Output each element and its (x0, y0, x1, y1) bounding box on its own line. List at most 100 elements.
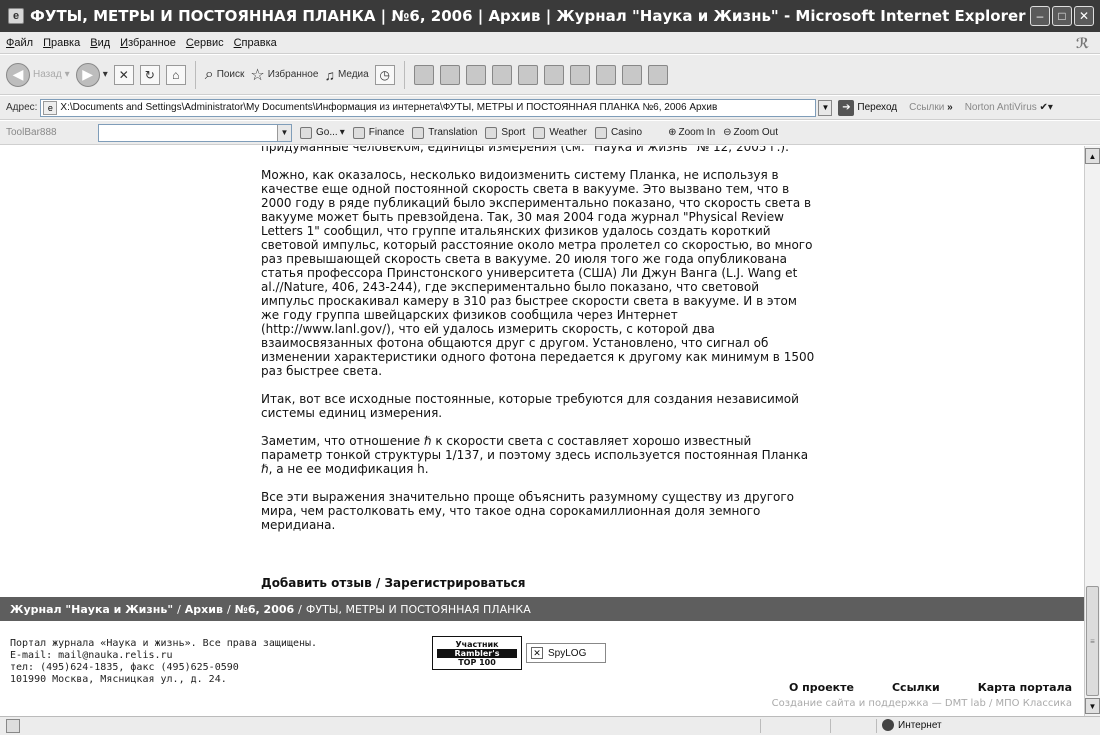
toolbar888: ToolBar888 ▼ Go... ▾ Finance Translation… (0, 121, 1100, 145)
mail-icon[interactable] (413, 64, 434, 85)
links-link[interactable]: Ссылки (892, 681, 940, 694)
chevron-right-icon: » (947, 102, 953, 113)
norton-icon: ✔▾ (1039, 102, 1053, 113)
translation-icon (412, 126, 425, 139)
maximize-button[interactable]: □ (1052, 6, 1072, 26)
sitemap-link[interactable]: Карта портала (978, 681, 1072, 694)
zoom-out-button[interactable]: ⊖ Zoom Out (723, 127, 778, 138)
register-link[interactable]: Зарегистрироваться (385, 576, 526, 590)
spylog-label: SpyLOG (548, 647, 587, 659)
media-button[interactable]: ♫ Медиа (324, 67, 368, 83)
back-arrow-icon: ◀ (6, 62, 30, 87)
feedback-links: Добавить отзыв / Зарегистрироваться (261, 576, 525, 590)
vertical-scrollbar[interactable]: ▲ ≡ ▼ (1084, 146, 1100, 716)
translation-button[interactable]: Translation (412, 126, 478, 139)
menu-file[interactable]: Файл (6, 37, 33, 49)
finance-button[interactable]: Finance (352, 126, 404, 139)
print-icon[interactable] (439, 64, 460, 85)
address-value[interactable]: X:\Documents and Settings\Administrator\… (60, 102, 717, 113)
discuss-icon[interactable] (491, 64, 512, 85)
weather-label: Weather (549, 127, 587, 138)
globe-icon (882, 719, 894, 731)
scroll-down-icon[interactable]: ▼ (1085, 698, 1100, 714)
favorites-label: Избранное (267, 69, 319, 80)
article-paragraph: Все эти выражения значительно проще объя… (261, 490, 794, 532)
counters: Участник Rambler's TOP 100 ✕ SpyLOG (432, 636, 606, 670)
breadcrumb-separator: / (226, 602, 231, 616)
breadcrumb-current: ФУТЫ, МЕТРЫ И ПОСТОЯННАЯ ПЛАНКА (305, 602, 531, 616)
address-input[interactable]: e X:\Documents and Settings\Administrato… (40, 98, 817, 117)
scrollbar-thumb[interactable]: ≡ (1086, 586, 1099, 696)
sport-label: Sport (501, 127, 526, 138)
menu-help[interactable]: Справка (234, 37, 277, 49)
address-dropdown-button[interactable]: ▼ (818, 99, 833, 116)
scroll-up-icon[interactable]: ▲ (1085, 148, 1100, 164)
footer-nav: О проекте Ссылки Карта портала (789, 681, 1072, 694)
library-icon[interactable] (595, 64, 616, 85)
status-divider (876, 719, 877, 733)
broken-image-icon: ✕ (531, 647, 543, 659)
tool-icon[interactable] (621, 64, 642, 85)
article-body: придуманные человеком, единицы измерения… (261, 146, 841, 546)
research-icon[interactable] (543, 64, 564, 85)
windows-logo-icon: ℛ (1076, 35, 1090, 51)
sport-icon (485, 126, 498, 139)
close-button[interactable]: ✕ (1074, 6, 1094, 26)
back-dropdown-icon: ▾ (64, 69, 70, 80)
addon-icon[interactable] (569, 64, 590, 85)
sport-button[interactable]: Sport (485, 126, 526, 139)
star-icon: ☆ (250, 66, 265, 84)
address-label: Адрес: (6, 102, 38, 113)
menu-tools[interactable]: Сервис (186, 37, 224, 49)
standard-toolbar: ◀ Назад ▾ ▶ ▾ ✕ ↻ ⌂ ⌕ Поиск ☆ Избранное … (0, 55, 1100, 95)
translation-label: Translation (428, 127, 478, 138)
toolbar888-go-button[interactable]: Go... ▾ (300, 126, 345, 139)
forward-button[interactable]: ▶ ▾ (75, 62, 108, 87)
toolbar888-dropdown-icon[interactable]: ▼ (277, 124, 291, 141)
rambler-top100-badge[interactable]: Участник Rambler's TOP 100 (432, 636, 522, 670)
links-label: Ссылки (909, 102, 945, 113)
forward-arrow-icon: ▶ (75, 62, 100, 87)
footer-email[interactable]: E-mail: mail@nauka.relis.ru (10, 650, 317, 662)
messenger-icon[interactable] (517, 64, 538, 85)
menu-bar: Файл Правка Вид Избранное Сервис Справка… (0, 32, 1100, 54)
word-icon[interactable] (465, 64, 486, 85)
article-paragraph: придуманные человеком, единицы измерения… (261, 146, 789, 154)
toolbar888-search-input[interactable]: ▼ (98, 123, 292, 142)
add-feedback-link[interactable]: Добавить отзыв (261, 576, 372, 590)
go-button[interactable]: ➔ Переход (838, 99, 897, 116)
breadcrumb-journal-link[interactable]: Журнал "Наука и Жизнь" (10, 603, 173, 616)
toolbar888-label: ToolBar888 (6, 127, 57, 138)
favorites-button[interactable]: ☆ Избранное (250, 65, 318, 85)
menu-edit[interactable]: Правка (43, 37, 80, 49)
weather-button[interactable]: Weather (533, 126, 587, 139)
site-credits[interactable]: Создание сайта и поддержка — DMT lab / М… (772, 698, 1072, 709)
about-link[interactable]: О проекте (789, 681, 854, 694)
zoom-in-button[interactable]: ⊕ Zoom In (668, 127, 715, 138)
back-button[interactable]: ◀ Назад ▾ (6, 62, 70, 87)
article-paragraph: Заметим, что отношение ℏ к скорости свет… (261, 434, 809, 476)
article-paragraph: Можно, как оказалось, несколько видоизме… (261, 168, 815, 378)
breadcrumb-issue-link[interactable]: №6, 2006 (235, 603, 295, 616)
zone-label: Интернет (898, 719, 942, 731)
menu-view[interactable]: Вид (90, 37, 110, 49)
menu-favorites[interactable]: Избранное (120, 37, 176, 49)
history-button[interactable]: ◷ (374, 64, 395, 85)
stop-button[interactable]: ✕ (113, 64, 134, 85)
grid-icon[interactable] (647, 64, 668, 85)
norton-label: Norton AntiVirus (964, 102, 1037, 113)
casino-button[interactable]: Casino (594, 126, 642, 139)
toolbar888-go-label: Go... (316, 127, 338, 138)
minimize-button[interactable]: – (1030, 6, 1050, 26)
links-button[interactable]: Ссылки » (909, 102, 953, 113)
footer-contacts: Портал журнала «Наука и жизнь». Все прав… (10, 638, 317, 686)
home-button[interactable]: ⌂ (165, 64, 186, 85)
norton-button[interactable]: Norton AntiVirus ✔▾ (965, 102, 1053, 113)
breadcrumb-archive-link[interactable]: Архив (185, 603, 223, 616)
refresh-button[interactable]: ↻ (139, 64, 160, 85)
breadcrumb-separator: / (298, 602, 302, 616)
spylog-badge[interactable]: ✕ SpyLOG (526, 643, 606, 663)
status-bar: Интернет (0, 716, 1100, 735)
security-zone: Интернет (882, 719, 942, 731)
search-button[interactable]: ⌕ Поиск (205, 66, 245, 84)
